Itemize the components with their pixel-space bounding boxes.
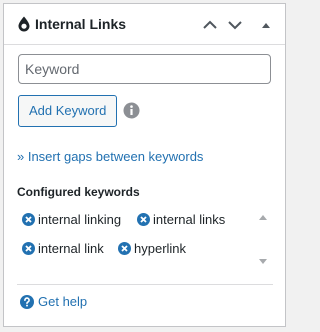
get-help-label: Get help: [38, 294, 88, 309]
keyword-label: hyperlink: [134, 241, 187, 256]
keyword-label: internal links: [153, 212, 226, 227]
keyword-tag[interactable]: hyperlink: [118, 241, 186, 256]
keyword-label: internal linking: [38, 212, 122, 227]
info-icon[interactable]: [123, 102, 140, 119]
panel-header: Internal Links: [4, 4, 285, 45]
chevron-up-icon: [203, 20, 217, 29]
scroll-up-arrow-icon[interactable]: [259, 214, 267, 220]
scroll-down-arrow-icon[interactable]: [259, 259, 267, 265]
remove-circle-icon[interactable]: [22, 242, 35, 255]
remove-circle-icon[interactable]: [118, 242, 131, 255]
remove-circle-icon[interactable]: [22, 213, 35, 226]
keyword-tag[interactable]: internal link: [22, 241, 104, 256]
keywords-scrollbar[interactable]: [257, 210, 269, 270]
panel-title-group: Internal Links: [17, 15, 126, 33]
question-circle-icon: [20, 294, 34, 309]
keyword-tag[interactable]: internal links: [137, 212, 225, 227]
keyword-tag[interactable]: internal linking: [22, 212, 121, 227]
insert-gaps-link[interactable]: » Insert gaps between keywords: [17, 149, 203, 164]
configured-keywords-list: internal linking internal links internal…: [17, 210, 272, 270]
caret-up-icon: [262, 23, 270, 28]
keyword-input[interactable]: [18, 54, 271, 84]
move-down-button[interactable]: [226, 16, 244, 34]
get-help-link[interactable]: Get help: [20, 294, 87, 309]
add-keyword-button[interactable]: Add Keyword: [18, 95, 118, 127]
configured-keywords-label: Configured keywords: [17, 185, 140, 199]
move-up-button[interactable]: [201, 16, 219, 34]
panel-title: Internal Links: [35, 16, 127, 32]
remove-circle-icon[interactable]: [137, 213, 150, 226]
toggle-panel-button[interactable]: [257, 16, 275, 34]
chevron-down-icon: [228, 21, 242, 30]
drop-icon: [17, 16, 31, 32]
internal-links-panel: Internal Links Add Keyword » Insert gaps…: [3, 3, 286, 327]
divider: [17, 284, 273, 285]
keyword-label: internal link: [38, 241, 104, 256]
